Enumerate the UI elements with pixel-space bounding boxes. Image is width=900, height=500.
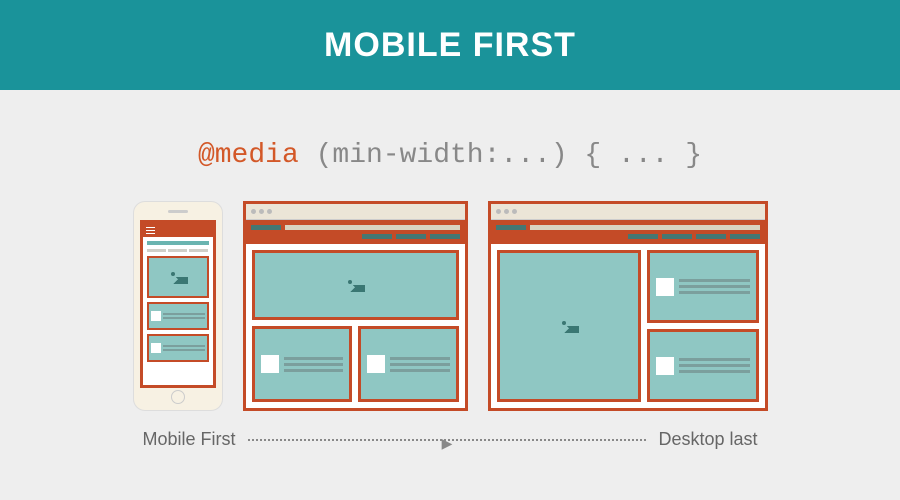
tablet-browser <box>243 201 468 411</box>
document-widget <box>358 326 459 402</box>
code-body: (min-width:...) { ... } <box>299 140 702 171</box>
calendar-icon <box>656 278 674 296</box>
calendar-icon <box>261 355 279 373</box>
browser-chrome <box>246 204 465 220</box>
image-icon <box>168 270 188 284</box>
window-dot-icon <box>512 209 517 214</box>
desktop-header-bar <box>491 220 765 244</box>
responsive-diagram <box>133 201 768 411</box>
tablet-header-bar <box>246 220 465 244</box>
window-dot-icon <box>251 209 256 214</box>
desktop-device <box>488 201 768 411</box>
mobile-header-bar <box>143 223 213 237</box>
document-icon <box>656 357 674 375</box>
calendar-widget <box>647 250 759 323</box>
nav-placeholder <box>251 225 460 230</box>
mobile-widget-row <box>147 334 209 362</box>
mobile-widget-row <box>147 302 209 330</box>
tablet-hero-image <box>252 250 459 320</box>
calendar-icon <box>151 311 161 321</box>
desktop-browser <box>488 201 768 411</box>
arrow-line: ▶ <box>248 439 647 441</box>
window-dot-icon <box>259 209 264 214</box>
nav-placeholder <box>251 234 460 239</box>
caption-right: Desktop last <box>658 429 757 450</box>
document-widget <box>147 334 209 362</box>
nav-placeholder <box>496 225 760 230</box>
hamburger-icon <box>146 227 155 234</box>
window-dot-icon <box>504 209 509 214</box>
page-title: MOBILE FIRST <box>324 26 576 65</box>
caption-left: Mobile First <box>143 429 236 450</box>
desktop-hero-image <box>497 250 641 402</box>
title-banner: MOBILE FIRST <box>0 0 900 90</box>
desktop-body <box>491 244 765 408</box>
caption-row: Mobile First ▶ Desktop last <box>143 429 758 450</box>
window-dot-icon <box>267 209 272 214</box>
nav-placeholder <box>496 234 760 239</box>
tablet-body <box>246 244 465 408</box>
mobile-body <box>143 237 213 385</box>
mobile-text-placeholder <box>147 249 209 252</box>
media-query-code: @media (min-width:...) { ... } <box>198 140 702 171</box>
mobile-heading-placeholder <box>147 241 209 245</box>
image-icon <box>559 319 579 333</box>
mobile-image-block <box>147 256 209 298</box>
document-icon <box>367 355 385 373</box>
calendar-widget <box>147 302 209 330</box>
arrow-icon: ▶ <box>442 435 453 452</box>
code-keyword: @media <box>198 140 299 171</box>
document-icon <box>151 343 161 353</box>
desktop-columns <box>497 250 759 402</box>
document-widget <box>647 329 759 402</box>
mobile-device <box>133 201 223 411</box>
tablet-device <box>243 201 468 411</box>
browser-chrome <box>491 204 765 220</box>
image-icon <box>345 278 365 292</box>
tablet-widget-row <box>252 326 459 402</box>
mobile-screen <box>140 220 216 388</box>
desktop-sidebar <box>647 250 759 402</box>
calendar-widget <box>252 326 353 402</box>
window-dot-icon <box>496 209 501 214</box>
content-area: @media (min-width:...) { ... } <box>0 90 900 450</box>
